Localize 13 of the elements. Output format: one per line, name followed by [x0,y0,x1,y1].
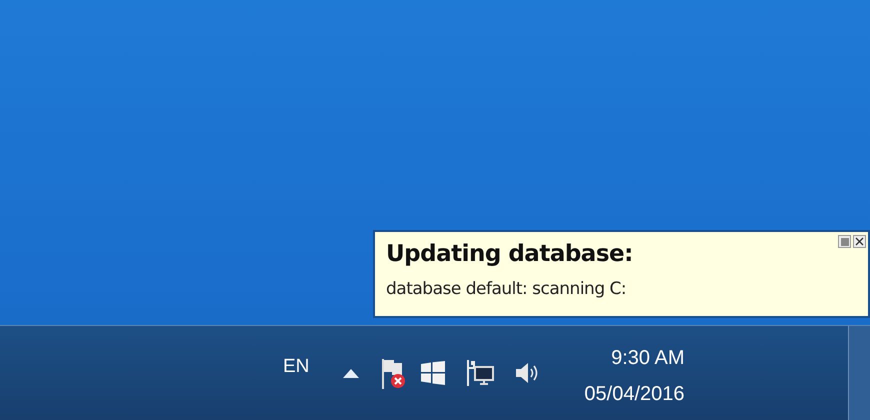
flag-error-icon[interactable] [381,357,408,389]
windows-logo-icon[interactable] [421,361,446,385]
clock[interactable]: 9:30 AM 05/04/2016 [584,346,685,406]
notification-title: Updating database: [386,240,633,268]
clock-time: 9:30 AM [611,346,685,370]
speaker-icon[interactable] [515,361,540,385]
language-indicator[interactable]: EN [283,352,310,382]
close-icon [855,237,864,246]
notification-message: database default: scanning C: [386,278,626,300]
network-icon[interactable] [467,360,496,386]
clock-date: 05/04/2016 [584,382,685,406]
up-arrow-icon[interactable] [343,368,360,378]
close-button[interactable] [853,235,866,248]
